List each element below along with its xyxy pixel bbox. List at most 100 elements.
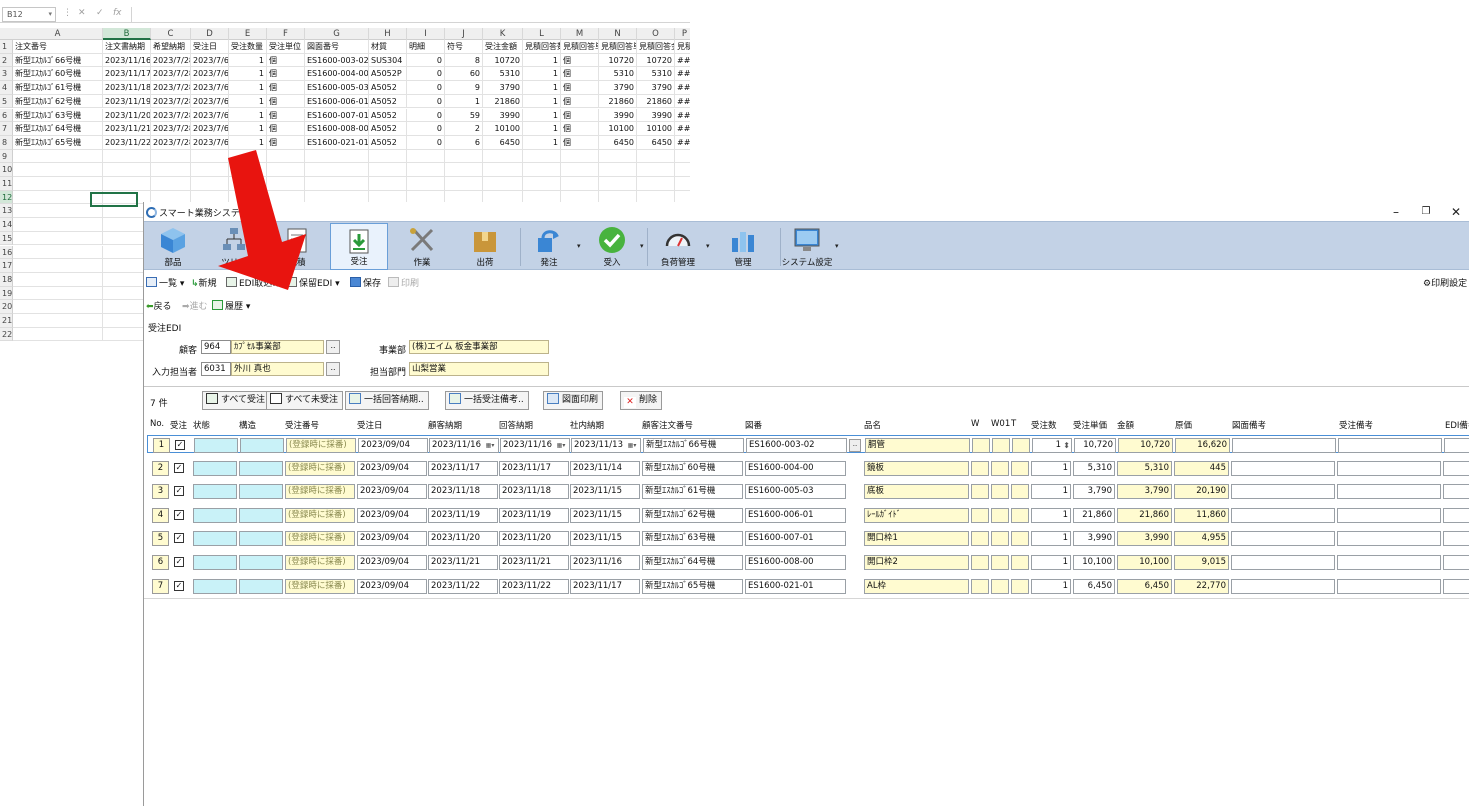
order-note-cell[interactable] xyxy=(1337,555,1441,570)
row-header[interactable]: 21 xyxy=(0,314,13,328)
sheet-cell[interactable]: 受注日 xyxy=(191,40,229,54)
sheet-cell[interactable]: 新型ｴｽｶﾙｺﾞ62号機 xyxy=(13,94,103,109)
sheet-cell[interactable] xyxy=(13,286,103,301)
sheet-cell[interactable]: 個 xyxy=(561,108,599,123)
row-header[interactable]: 5 xyxy=(0,94,13,109)
unit-price-cell[interactable]: 10,720 xyxy=(1074,438,1116,453)
chevron-down-icon[interactable]: ▾ xyxy=(48,10,52,18)
item-cell[interactable]: 底板 xyxy=(864,484,969,500)
row-number[interactable]: 5 xyxy=(152,531,169,547)
sheet-cell[interactable]: 2023/11/21 xyxy=(103,122,151,136)
row-header[interactable]: 1 xyxy=(0,40,13,54)
row-header[interactable]: 20 xyxy=(0,300,13,314)
sheet-cell[interactable]: 10100 xyxy=(483,122,523,136)
sheet-cell[interactable]: 注文書納期 xyxy=(103,40,151,54)
sheet-cell[interactable]: 1 xyxy=(229,108,267,123)
order-note-cell[interactable] xyxy=(1337,507,1441,523)
item-cell[interactable]: 胴管 xyxy=(865,438,970,453)
sheet-cell[interactable]: 見積回答単位 xyxy=(561,40,599,54)
sheet-cell[interactable]: 2023/7/6 xyxy=(191,67,229,82)
sheet-cell[interactable]: #### xyxy=(675,54,690,68)
col-drawing[interactable]: 図番 xyxy=(745,419,762,431)
customer-code-field[interactable]: 964 xyxy=(201,340,231,354)
sheet-cell[interactable] xyxy=(103,163,151,177)
structure-cell[interactable] xyxy=(239,578,283,594)
sheet-cell[interactable]: 個 xyxy=(561,67,599,82)
sheet-cell[interactable] xyxy=(523,163,561,177)
sheet-cell[interactable]: 2023/11/16 xyxy=(103,53,151,68)
sheet-cell[interactable]: 0 xyxy=(407,135,445,150)
drawing-note-cell[interactable] xyxy=(1231,531,1335,547)
ribbon-receive-button[interactable]: 受入 xyxy=(583,223,641,270)
unit-price-cell[interactable]: 3,790 xyxy=(1073,484,1115,500)
sheet-cell[interactable]: 個 xyxy=(267,67,305,82)
col-qty[interactable]: 受注数 xyxy=(1031,419,1057,431)
sheet-cell[interactable] xyxy=(151,149,191,164)
sheet-cell[interactable] xyxy=(13,259,103,273)
structure-cell[interactable] xyxy=(239,484,283,500)
edi-note-cell[interactable] xyxy=(1443,531,1469,547)
sheet-cell[interactable]: 1 xyxy=(229,94,267,109)
column-header[interactable]: F xyxy=(267,28,305,40)
sheet-cell[interactable]: 21860 xyxy=(483,94,523,109)
sheet-cell[interactable]: 3990 xyxy=(599,108,637,123)
sheet-cell[interactable] xyxy=(407,149,445,164)
status-cell[interactable] xyxy=(193,507,237,523)
sheet-cell[interactable] xyxy=(637,163,675,177)
order-date-cell[interactable]: 2023/09/04 xyxy=(358,438,428,453)
w-cell[interactable] xyxy=(971,531,989,547)
order-checkbox[interactable]: ✓ xyxy=(174,533,184,544)
chevron-down-icon[interactable]: ▾ xyxy=(706,242,710,250)
w01-cell[interactable] xyxy=(991,484,1009,500)
sheet-cell[interactable]: 新型ｴｽｶﾙｺﾞ65号機 xyxy=(13,135,103,150)
cust-due-cell[interactable]: 2023/11/19 xyxy=(428,507,498,523)
sheet-cell[interactable]: 0 xyxy=(407,94,445,109)
sheet-cell[interactable]: 3990 xyxy=(483,108,523,123)
sheet-cell[interactable]: 2023/11/22 xyxy=(103,135,151,150)
qty-cell[interactable]: 1 xyxy=(1031,460,1071,476)
row-number[interactable]: 6 xyxy=(152,555,169,570)
sheet-cell[interactable]: 1 xyxy=(523,135,561,150)
order-note-cell[interactable] xyxy=(1337,460,1441,476)
sheet-cell[interactable] xyxy=(675,163,690,177)
sheet-cell[interactable]: 6450 xyxy=(599,135,637,150)
internal-due-cell[interactable]: 2023/11/13 ▦▾ xyxy=(571,438,641,453)
sheet-cell[interactable]: 2 xyxy=(445,122,483,136)
drawing-note-cell[interactable] xyxy=(1232,438,1336,453)
status-cell[interactable] xyxy=(193,578,237,594)
unit-price-cell[interactable]: 5,310 xyxy=(1073,460,1115,476)
sheet-cell[interactable] xyxy=(13,149,103,164)
edi-note-cell[interactable] xyxy=(1443,460,1469,476)
sheet-cell[interactable]: A5052 xyxy=(369,81,407,95)
close-button[interactable]: ✕ xyxy=(1441,203,1469,221)
sheet-cell[interactable] xyxy=(523,177,561,191)
edi-note-cell[interactable] xyxy=(1443,507,1469,523)
order-note-cell[interactable] xyxy=(1337,484,1441,500)
sheet-cell[interactable]: 新型ｴｽｶﾙｺﾞ60号機 xyxy=(13,67,103,82)
chevron-down-icon[interactable]: ▾ xyxy=(835,242,839,250)
status-cell[interactable] xyxy=(193,460,237,476)
delete-button[interactable]: ✕ 削除 xyxy=(620,391,663,410)
t-cell[interactable] xyxy=(1011,555,1029,570)
sheet-cell[interactable]: 2023/11/18 xyxy=(103,81,151,95)
col-w01[interactable]: W01 xyxy=(991,419,1010,429)
sheet-cell[interactable]: 0 xyxy=(407,122,445,136)
sheet-cell[interactable]: 60 xyxy=(445,67,483,82)
col-structure[interactable]: 構造 xyxy=(239,419,256,431)
w-cell[interactable] xyxy=(971,507,989,523)
reply-due-cell[interactable]: 2023/11/17 xyxy=(499,460,569,476)
sheet-cell[interactable]: 個 xyxy=(267,53,305,68)
sheet-cell[interactable]: 1 xyxy=(445,94,483,109)
formula-input[interactable] xyxy=(131,7,690,22)
print-button[interactable]: 印刷 xyxy=(388,276,419,292)
w01-cell[interactable] xyxy=(991,507,1009,523)
sheet-cell[interactable]: 1 xyxy=(229,135,267,150)
row-header[interactable]: 19 xyxy=(0,286,13,301)
cust-order-no-cell[interactable]: 新型ｴｽｶﾙｺﾞ64号機 xyxy=(642,555,743,570)
table-row[interactable]: 5 ✓ (登録時に採番) 2023/09/04 2023/11/20 2023/11/20… xyxy=(147,529,1469,547)
status-cell[interactable] xyxy=(193,531,237,547)
cust-order-no-cell[interactable]: 新型ｴｽｶﾙｺﾞ60号機 xyxy=(642,460,743,476)
cust-order-no-cell[interactable]: 新型ｴｽｶﾙｺﾞ66号機 xyxy=(643,438,744,453)
ribbon-admin-button[interactable]: 管理 xyxy=(714,223,772,270)
sheet-cell[interactable]: 新型ｴｽｶﾙｺﾞ66号機 xyxy=(13,53,103,68)
